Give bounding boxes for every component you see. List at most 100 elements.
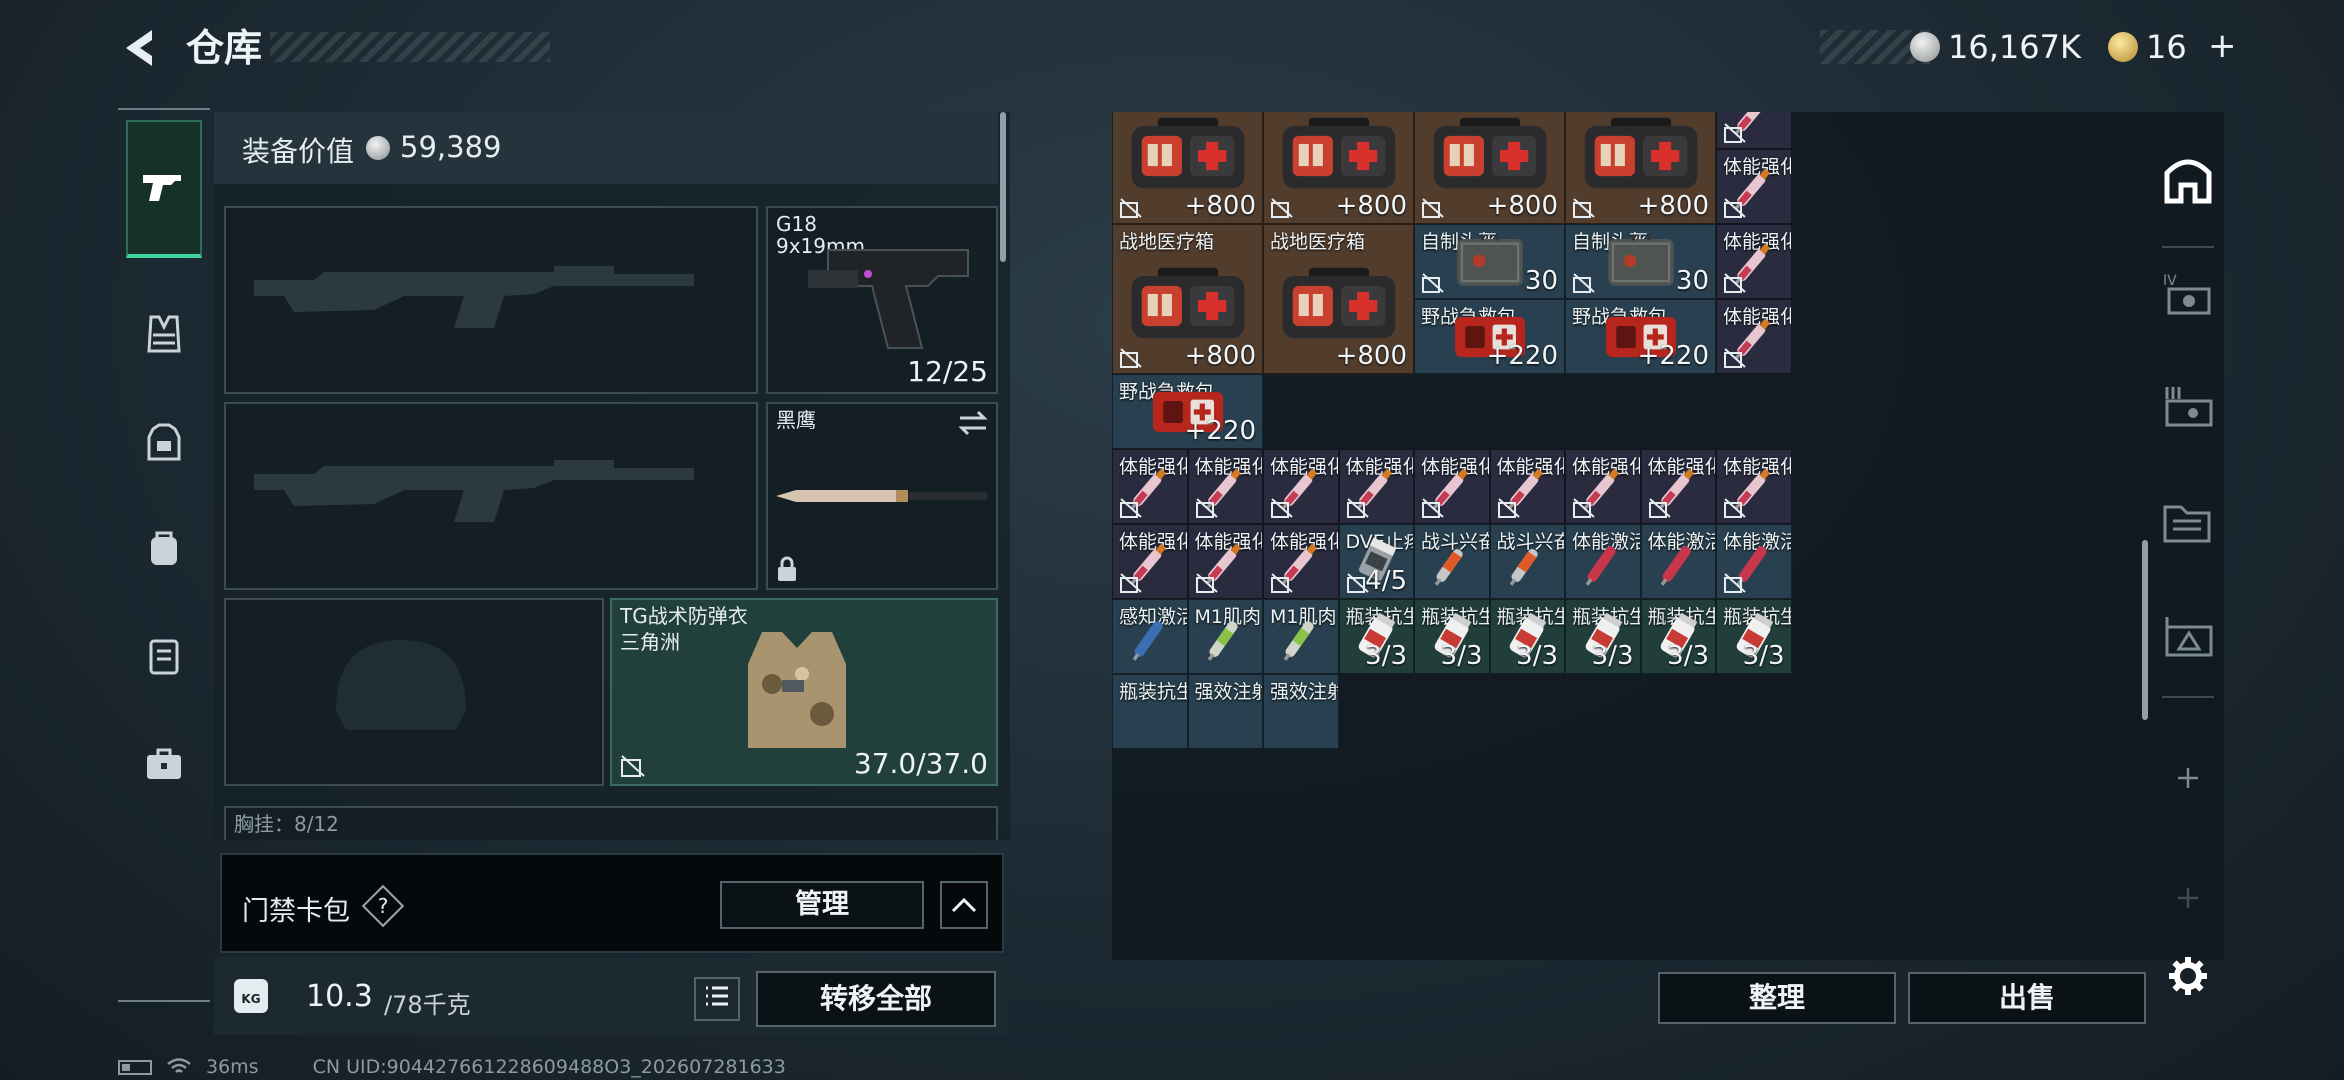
inventory-item[interactable]: 体能强化剂 [1716,449,1792,524]
expand-button[interactable] [940,881,988,929]
inventory-item[interactable]: 强效注射器 [1263,674,1339,749]
chest-rig-slot-partial[interactable]: 胸挂：8/12 [224,806,998,840]
inventory-item[interactable]: 体能激活针 [1716,524,1792,599]
inventory-item[interactable]: 体能强化剂 [1640,449,1716,524]
settings-button[interactable] [2156,944,2220,1008]
item-quantity: 3/3 [1591,641,1634,671]
inventory-item[interactable]: 战斗兴奋剂 [1414,524,1490,599]
plus-icon [2178,888,2198,908]
add-storage-button[interactable] [2156,746,2220,810]
inventory-item[interactable]: 野战急救包 +220 [1565,299,1716,374]
inventory-item[interactable]: 瓶装抗生素 [1112,674,1188,749]
add-storage-button-disabled[interactable] [2156,866,2220,930]
inventory-item[interactable]: 瓶装抗生素3/3 [1640,599,1716,674]
inventory-item[interactable]: 瓶装抗生素3/3 [1716,599,1792,674]
briefcase-tab[interactable] [126,726,202,802]
manage-button[interactable]: 管理 [720,881,924,929]
body-armor-slot[interactable]: TG战术防弹衣 三角洲 37.0/37.0 [610,598,998,786]
chest-rig-tab[interactable] [126,618,202,694]
no-trade-icon [621,755,645,777]
storage-scrollbar[interactable] [2142,540,2148,720]
back-button[interactable] [118,24,162,72]
inventory-item[interactable]: M1肌肉... [1187,599,1263,674]
pistol-tab[interactable] [126,120,202,258]
inventory-item[interactable]: DVE止疼片4/5 [1338,524,1414,599]
inventory-item[interactable]: 强效注射器 [1187,674,1263,749]
inventory-item[interactable]: 体能强化剂 [1716,299,1792,374]
inventory-item[interactable]: 体能激活针 [1565,524,1641,599]
gold-coin-icon [2108,32,2138,62]
inventory-item[interactable]: 战地医疗箱+800 [1263,224,1414,374]
add-currency-button[interactable]: + [2208,26,2237,66]
item-quantity: +800 [1184,341,1256,371]
inventory-item[interactable]: 体能强化剂 [1716,149,1792,224]
inventory-item[interactable]: 体能强化剂 [1716,112,1792,149]
help-icon[interactable]: ? [361,884,405,928]
no-trade-icon [1723,197,1747,219]
inventory-item[interactable]: 体能强化剂 [1338,449,1414,524]
inventory-item[interactable]: 瓶装抗生素3/3 [1414,599,1490,674]
inventory-item[interactable]: 战地医疗箱+800 [1112,224,1263,374]
no-trade-icon [1119,347,1143,369]
backpack-tab[interactable] [126,510,202,586]
inventory-item[interactable]: 瓶装抗生素3/3 [1565,599,1641,674]
no-trade-icon [1195,572,1219,594]
swap-icon[interactable] [958,410,988,436]
inventory-item[interactable]: 感知激活针 [1112,599,1188,674]
inventory-item[interactable]: 体能强化剂 [1263,449,1339,524]
helmet-slot[interactable] [224,598,604,786]
secondary-weapon-slot[interactable] [224,402,758,590]
special-case-tab[interactable] [2156,604,2220,668]
inventory-item[interactable]: 战地医疗箱+800 [1414,112,1565,224]
inventory-item[interactable]: 体能强化剂 [1263,524,1339,599]
inventory-item[interactable]: 自制头盔30 [1414,224,1565,299]
inventory-item[interactable]: 体能强化剂 [1112,524,1188,599]
inventory-item[interactable]: 战斗兴奋剂 [1489,524,1565,599]
loadout-scrollbar[interactable] [1000,112,1006,262]
warehouse-tab[interactable] [2156,148,2220,212]
inventory-item[interactable]: 瓶装抗生素3/3 [1489,599,1565,674]
pistol-slot[interactable]: G18 9x19mm 12/25 [766,206,998,394]
inventory-item[interactable]: 瓶装抗生素3/3 [1338,599,1414,674]
rifle-case-tab[interactable] [2156,374,2220,438]
storage-grid: +800战地医疗箱+800战地医疗箱+800战地医疗箱+800体能强化剂体能强化… [1112,112,2224,960]
item-art [1649,533,1708,596]
inventory-item[interactable]: 体能强化剂 [1187,524,1263,599]
vest-tab[interactable] [126,296,202,372]
battery-icon [118,1059,152,1075]
melee-name: 黑鹰 [776,408,816,432]
folder-tab[interactable] [2156,490,2220,554]
svg-text:IV: IV [2163,273,2177,289]
list-view-button[interactable] [694,977,740,1021]
inventory-item[interactable]: 体能强化剂 [1565,449,1641,524]
no-trade-icon [1270,197,1294,219]
wifi-icon [167,1058,191,1073]
inventory-item[interactable]: 体能强化剂 [1716,224,1792,299]
item-name: 强效注射器 [1270,681,1338,703]
armor-tab[interactable] [126,404,202,480]
inventory-item[interactable]: 体能强化剂 [1489,449,1565,524]
inventory-item[interactable]: 自制头盔30 [1565,224,1716,299]
inventory-item[interactable]: 体能强化剂 [1414,449,1490,524]
inventory-item[interactable]: +800 [1112,112,1263,224]
lock-icon [778,556,796,581]
sell-button[interactable]: 出售 [1908,972,2146,1024]
item-art [1602,233,1680,296]
inventory-item[interactable]: 体能强化剂 [1112,449,1188,524]
melee-slot[interactable]: 黑鹰 [766,402,998,590]
inventory-item[interactable]: 战地医疗箱+800 [1565,112,1716,224]
inventory-item[interactable]: 体能激活针 [1640,524,1716,599]
no-trade-icon [1723,347,1747,369]
primary-weapon-slot[interactable] [224,206,758,394]
inventory-item[interactable]: 战地医疗箱+800 [1263,112,1414,224]
sort-button[interactable]: 整理 [1658,972,1896,1024]
transfer-all-button[interactable]: 转移全部 [756,971,996,1027]
chest-rig-icon [149,639,179,675]
no-trade-icon [1346,497,1370,519]
inventory-item[interactable]: 野战急救包 +220 [1112,374,1263,449]
iv-item-tab[interactable]: IV [2156,262,2220,326]
inventory-item[interactable]: M1肌肉... [1263,599,1339,674]
inventory-item[interactable]: 野战急救包 +220 [1414,299,1565,374]
keycard-bag-bar: 门禁卡包 ? 管理 [220,853,1004,953]
inventory-item[interactable]: 体能强化剂 [1187,449,1263,524]
